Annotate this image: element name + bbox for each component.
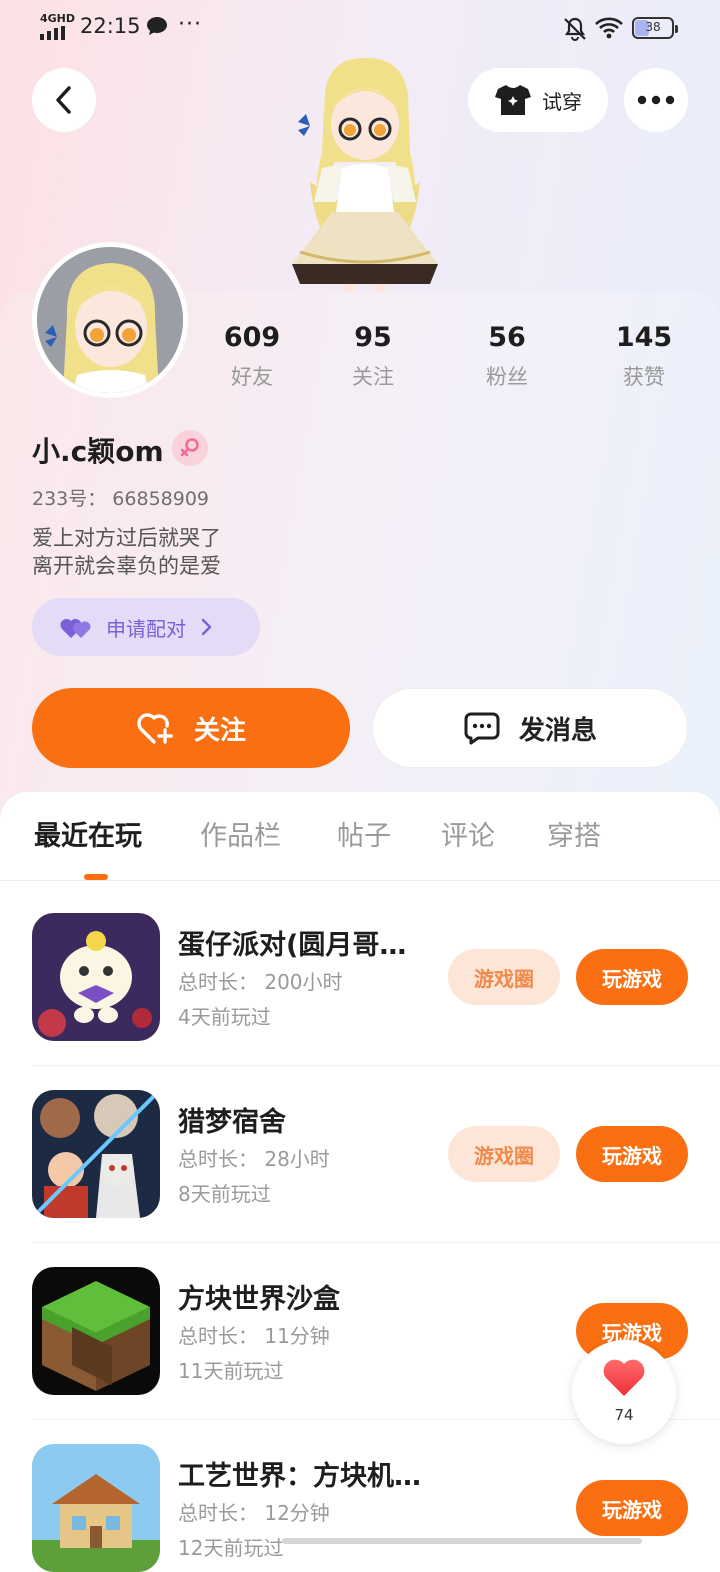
wifi-icon xyxy=(595,17,623,39)
play-game-button[interactable]: 玩游戏 xyxy=(576,1126,688,1182)
avatar-image xyxy=(37,247,183,393)
stat-following-label: 关注 xyxy=(352,365,394,389)
chat-icon xyxy=(464,712,500,745)
chat-bubble-icon xyxy=(147,17,167,35)
like-count: 74 xyxy=(614,1406,634,1424)
like-button[interactable]: 74 xyxy=(572,1340,676,1444)
stat-friends-count: 609 xyxy=(223,322,281,353)
avatar-character-image xyxy=(292,57,438,296)
stat-following-count: 95 xyxy=(354,322,392,353)
game-name: 工艺世界：方块机器人3D xyxy=(178,1461,432,1492)
stat-fans-label: 粉丝 xyxy=(486,365,528,389)
game-duration: 总时长： 12分钟 xyxy=(178,1501,330,1525)
status-time: 22:15 xyxy=(80,14,141,38)
request-pair-label: 申请配对 xyxy=(106,616,186,641)
game-name: 方块世界沙盒 xyxy=(178,1284,340,1315)
battery-level: 38 xyxy=(645,20,661,34)
list-item[interactable]: 蛋仔派对(圆月哥… 总时长： 200小时 4天前玩过 游戏圈 玩游戏 xyxy=(32,913,688,1041)
back-button[interactable] xyxy=(32,68,96,132)
send-message-label: 发消息 xyxy=(518,715,597,746)
chevron-right-icon xyxy=(201,618,212,636)
stat-friends-label: 好友 xyxy=(231,365,273,389)
bio-text: 爱上对方过后就哭了 离开就会辜负的是爱 xyxy=(32,526,221,578)
game-name: 蛋仔派对(圆月哥… xyxy=(178,930,407,961)
signal-icon xyxy=(40,26,65,40)
row-divider xyxy=(32,1065,720,1066)
game-duration: 总时长： 11分钟 xyxy=(178,1324,330,1348)
more-status-icon: ··· xyxy=(178,12,202,37)
list-item[interactable]: 工艺世界：方块机器人3D 总时长： 12分钟 12天前玩过 玩游戏 xyxy=(32,1444,688,1572)
play-game-button[interactable]: 玩游戏 xyxy=(576,1480,688,1536)
game-circle-button[interactable]: 游戏圈 xyxy=(448,1126,560,1182)
chevron-left-icon xyxy=(56,86,71,114)
stat-likes[interactable]: 145 获赞 xyxy=(594,322,694,391)
game-icon-eggy-party[interactable] xyxy=(32,913,160,1041)
try-on-button[interactable]: 试穿 xyxy=(468,68,608,132)
status-bar: 4GHD 22:15 ··· 38 xyxy=(0,0,720,56)
stat-fans[interactable]: 56 粉丝 xyxy=(457,322,557,391)
game-last-played: 4天前玩过 xyxy=(178,1005,271,1029)
mute-bell-icon xyxy=(564,17,586,41)
stat-following[interactable]: 95 关注 xyxy=(323,322,423,391)
request-pair-button[interactable]: 申请配对 xyxy=(32,598,260,656)
battery-icon: 38 xyxy=(632,17,678,39)
game-duration: 总时长： 28小时 xyxy=(178,1147,330,1171)
play-game-button[interactable]: 玩游戏 xyxy=(576,949,688,1005)
stat-fans-count: 56 xyxy=(488,322,526,353)
female-gender-icon xyxy=(172,430,208,466)
stat-likes-count: 145 xyxy=(615,322,673,353)
follow-button[interactable]: 关注 xyxy=(32,688,350,768)
user-id: 233号： 66858909 xyxy=(32,488,210,510)
nickname: 小.c颖om xyxy=(32,435,164,468)
game-last-played: 12天前玩过 xyxy=(178,1536,284,1560)
game-icon-block-world[interactable] xyxy=(32,1267,160,1395)
send-message-button[interactable]: 发消息 xyxy=(372,688,688,768)
row-divider xyxy=(32,1242,720,1243)
stat-friends[interactable]: 609 好友 xyxy=(202,322,302,391)
more-dots-icon xyxy=(637,95,675,105)
network-indicator: 4GHD xyxy=(40,12,76,25)
tab-recently-played[interactable]: 最近在玩 xyxy=(34,814,142,853)
tab-comments[interactable]: 评论 xyxy=(441,814,495,853)
tshirt-icon xyxy=(495,85,531,115)
game-name: 猎梦宿舍 xyxy=(178,1107,286,1138)
try-on-label: 试穿 xyxy=(542,89,582,114)
tab-works[interactable]: 作品栏 xyxy=(200,814,281,853)
tabs-divider xyxy=(0,880,720,881)
profile-tabs: 最近在玩 作品栏 帖子 评论 穿搭 xyxy=(0,792,720,880)
game-icon-craft-world[interactable] xyxy=(32,1444,160,1572)
game-duration: 总时长： 200小时 xyxy=(178,970,343,994)
game-last-played: 11天前玩过 xyxy=(178,1359,284,1383)
home-indicator[interactable] xyxy=(282,1538,642,1544)
more-options-button[interactable] xyxy=(624,68,688,132)
game-last-played: 8天前玩过 xyxy=(178,1182,271,1206)
avatar[interactable] xyxy=(32,242,188,398)
stat-likes-label: 获赞 xyxy=(623,365,665,389)
tab-posts[interactable]: 帖子 xyxy=(337,814,391,853)
pair-hearts-icon xyxy=(60,618,91,638)
follow-label: 关注 xyxy=(193,715,246,746)
game-circle-button[interactable]: 游戏圈 xyxy=(448,949,560,1005)
heart-plus-icon xyxy=(137,713,173,744)
tab-outfits[interactable]: 穿搭 xyxy=(547,814,601,853)
heart-icon xyxy=(603,1359,645,1396)
game-icon-dream-dorm[interactable] xyxy=(32,1090,160,1218)
list-item[interactable]: 猎梦宿舍 总时长： 28小时 8天前玩过 游戏圈 玩游戏 xyxy=(32,1090,688,1218)
